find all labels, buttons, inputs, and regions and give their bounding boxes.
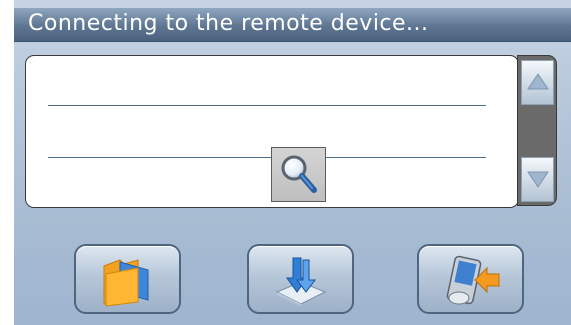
list-scrollbar[interactable] bbox=[517, 55, 557, 206]
download-icon bbox=[275, 257, 327, 306]
arrow-down-icon bbox=[527, 171, 549, 188]
bluetooth-connect-screen: Connecting to the remote device... bbox=[14, 0, 571, 325]
list-item-divider bbox=[48, 105, 486, 106]
title-bar: Connecting to the remote device... bbox=[14, 8, 571, 42]
folder-button[interactable] bbox=[74, 244, 181, 314]
device-list[interactable] bbox=[25, 55, 519, 208]
download-button[interactable] bbox=[247, 244, 354, 314]
folder-icon bbox=[103, 259, 149, 307]
pda-device-icon bbox=[446, 255, 500, 305]
scroll-up-button[interactable] bbox=[521, 60, 554, 105]
scroll-down-button[interactable] bbox=[521, 157, 554, 202]
device-connect-button[interactable] bbox=[417, 244, 524, 314]
list-item-divider bbox=[48, 157, 486, 158]
page-title: Connecting to the remote device... bbox=[28, 11, 429, 36]
magnifier-icon bbox=[271, 147, 326, 202]
arrow-up-icon bbox=[527, 73, 549, 90]
